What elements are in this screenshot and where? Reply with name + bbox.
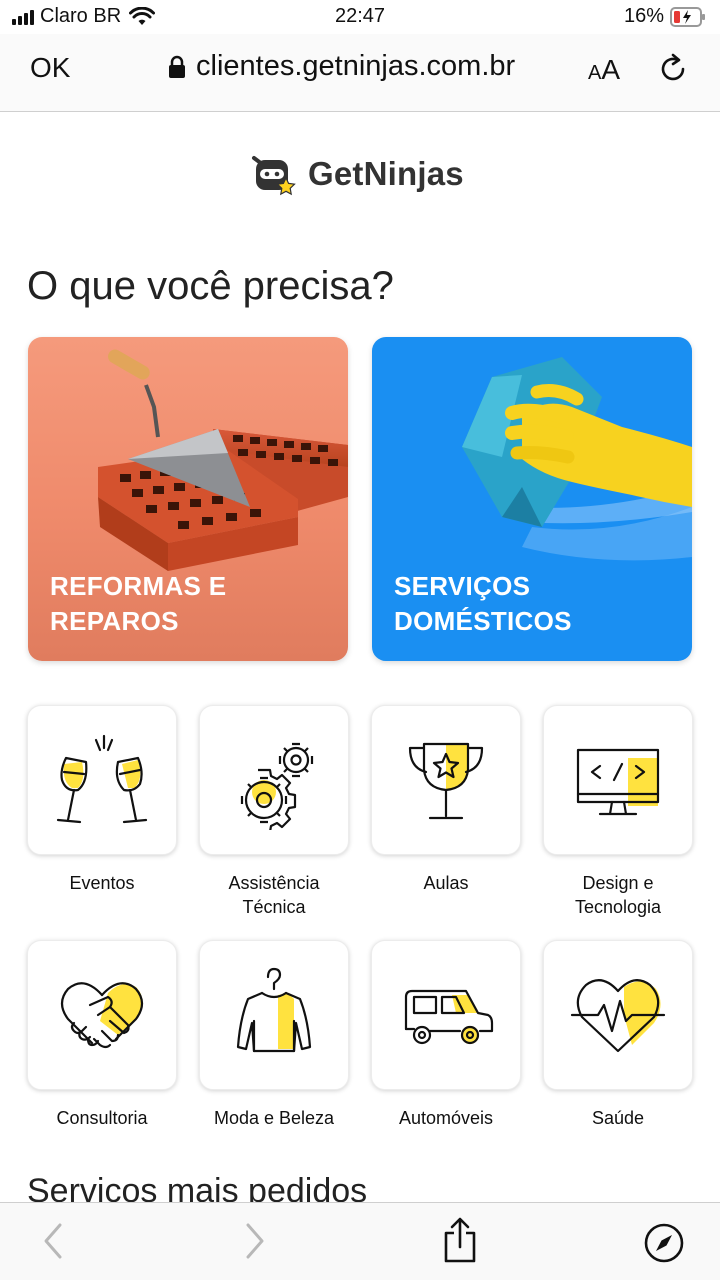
category-eventos[interactable] [27,705,177,855]
battery-percent: 16% [623,5,664,27]
battery-group: 16% [624,5,706,28]
trophy-icon [408,742,484,820]
shirt-hanger-icon [236,967,312,1053]
category-automoveis[interactable] [371,940,521,1090]
category-assistencia-tecnica[interactable] [199,705,349,855]
ninja-logo-icon [252,156,296,196]
browser-address-bar: OK clientes.getninjas.com.br AA [0,34,720,112]
category-design-tecnologia[interactable] [543,705,693,855]
category-label: Automóveis [398,1108,494,1128]
lock-icon [169,55,185,78]
url-field[interactable]: clientes.getninjas.com.br [168,50,515,83]
category-saude[interactable] [543,940,693,1090]
card-servicos-domesticos[interactable]: SERVIÇOS DOMÉSTICOS [372,337,692,661]
text-size-large-label: A [601,54,621,85]
reload-icon[interactable] [658,52,690,86]
card-title: SERVIÇOS DOMÉSTICOS [394,571,572,636]
car-icon [404,989,494,1045]
category-label: Aulas [423,873,469,893]
category-label: Design e Tecnologia [574,873,662,917]
browser-toolbar [0,1202,720,1280]
category-label: Saúde [591,1108,645,1128]
heart-pulse-icon [570,979,666,1053]
text-size-small-label: A [588,62,602,84]
brand-name: GetNinjas [308,155,464,192]
category-label: Eventos [69,873,135,893]
handshake-icon [60,982,144,1049]
back-icon[interactable] [38,1219,68,1263]
page-heading: O que você precisa? [27,264,394,308]
card-title: REFORMAS E REPAROS [50,571,227,636]
forward-icon[interactable] [240,1219,270,1263]
text-size-button[interactable]: AA [588,54,620,86]
category-moda-beleza[interactable] [199,940,349,1090]
card-reformas-reparos[interactable]: REFORMAS E REPAROS [28,337,348,661]
brand-logo[interactable]: GetNinjas [250,152,464,196]
category-label: Moda e Beleza [213,1108,335,1128]
gears-icon [240,742,314,830]
clock: 22:47 [334,5,386,27]
share-icon[interactable] [440,1215,480,1265]
category-label: Consultoria [56,1108,148,1128]
battery-charging-icon [670,6,705,27]
category-label: Assistência Técnica [228,873,320,917]
category-aulas[interactable] [371,705,521,855]
compass-icon[interactable] [642,1221,686,1265]
monitor-code-icon [576,748,660,816]
status-bar: Claro BR 22:47 16% [0,0,720,34]
done-button[interactable]: OK [30,52,70,84]
category-consultoria[interactable] [27,940,177,1090]
champagne-glasses-icon [56,734,148,824]
url-text: clientes.getninjas.com.br [196,50,516,82]
